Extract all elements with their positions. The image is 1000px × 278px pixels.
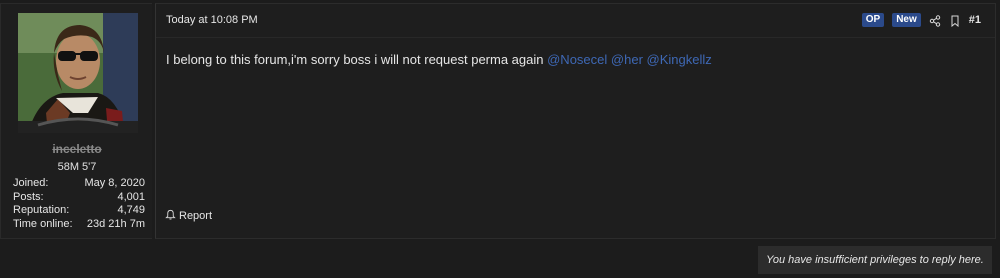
stat-time-online: Time online: 23d 21h 7m (13, 218, 145, 232)
bell-icon (165, 209, 176, 223)
op-badge: OP (861, 13, 885, 27)
avatar[interactable] (18, 13, 138, 133)
stat-value: 23d 21h 7m (86, 217, 145, 230)
user-title: 58M 5'7 (57, 161, 97, 173)
message-header-actions: OP New #1 (861, 13, 981, 28)
insufficient-privileges-notice: You have insufficient privileges to repl… (758, 246, 992, 274)
stat-value: 4,749 (117, 204, 145, 217)
username[interactable]: inceletto (1, 142, 153, 156)
mention-link[interactable]: @her (611, 52, 643, 67)
post-number[interactable]: #1 (969, 14, 981, 26)
report-button[interactable]: Report (165, 209, 212, 223)
mention-link[interactable]: @Nosecel (547, 52, 607, 67)
new-badge: New (892, 13, 921, 27)
stat-label: Posts: (13, 190, 44, 203)
user-info-panel: inceletto 58M 5'7 Joined: May 8, 2020 Po… (0, 3, 152, 239)
post-body: I belong to this forum,i'm sorry boss i … (166, 52, 712, 67)
stat-posts: Posts: 4,001 (13, 191, 145, 205)
mention-link[interactable]: @Kingkellz (647, 52, 712, 67)
message-panel: Today at 10:08 PM OP New #1 I belong to … (155, 3, 996, 239)
stat-value: May 8, 2020 (84, 177, 145, 189)
stat-label: Reputation: (13, 204, 70, 217)
post-timestamp[interactable]: Today at 10:08 PM (166, 14, 258, 26)
stat-value: 4,001 (117, 190, 145, 203)
stat-label: Joined: (13, 177, 49, 189)
report-label: Report (179, 210, 213, 222)
post-body-text: I belong to this forum,i'm sorry boss i … (166, 52, 544, 67)
stat-joined: Joined: May 8, 2020 (13, 177, 145, 191)
bookmark-icon[interactable] (949, 14, 961, 28)
stat-reputation: Reputation: 4,749 (13, 204, 145, 218)
post: inceletto 58M 5'7 Joined: May 8, 2020 Po… (0, 3, 996, 239)
message-header: Today at 10:08 PM OP New #1 (156, 4, 995, 38)
stat-label: Time online: (13, 217, 73, 230)
share-icon[interactable] (929, 14, 941, 27)
user-stats: Joined: May 8, 2020 Posts: 4,001 Reputat… (13, 177, 145, 231)
